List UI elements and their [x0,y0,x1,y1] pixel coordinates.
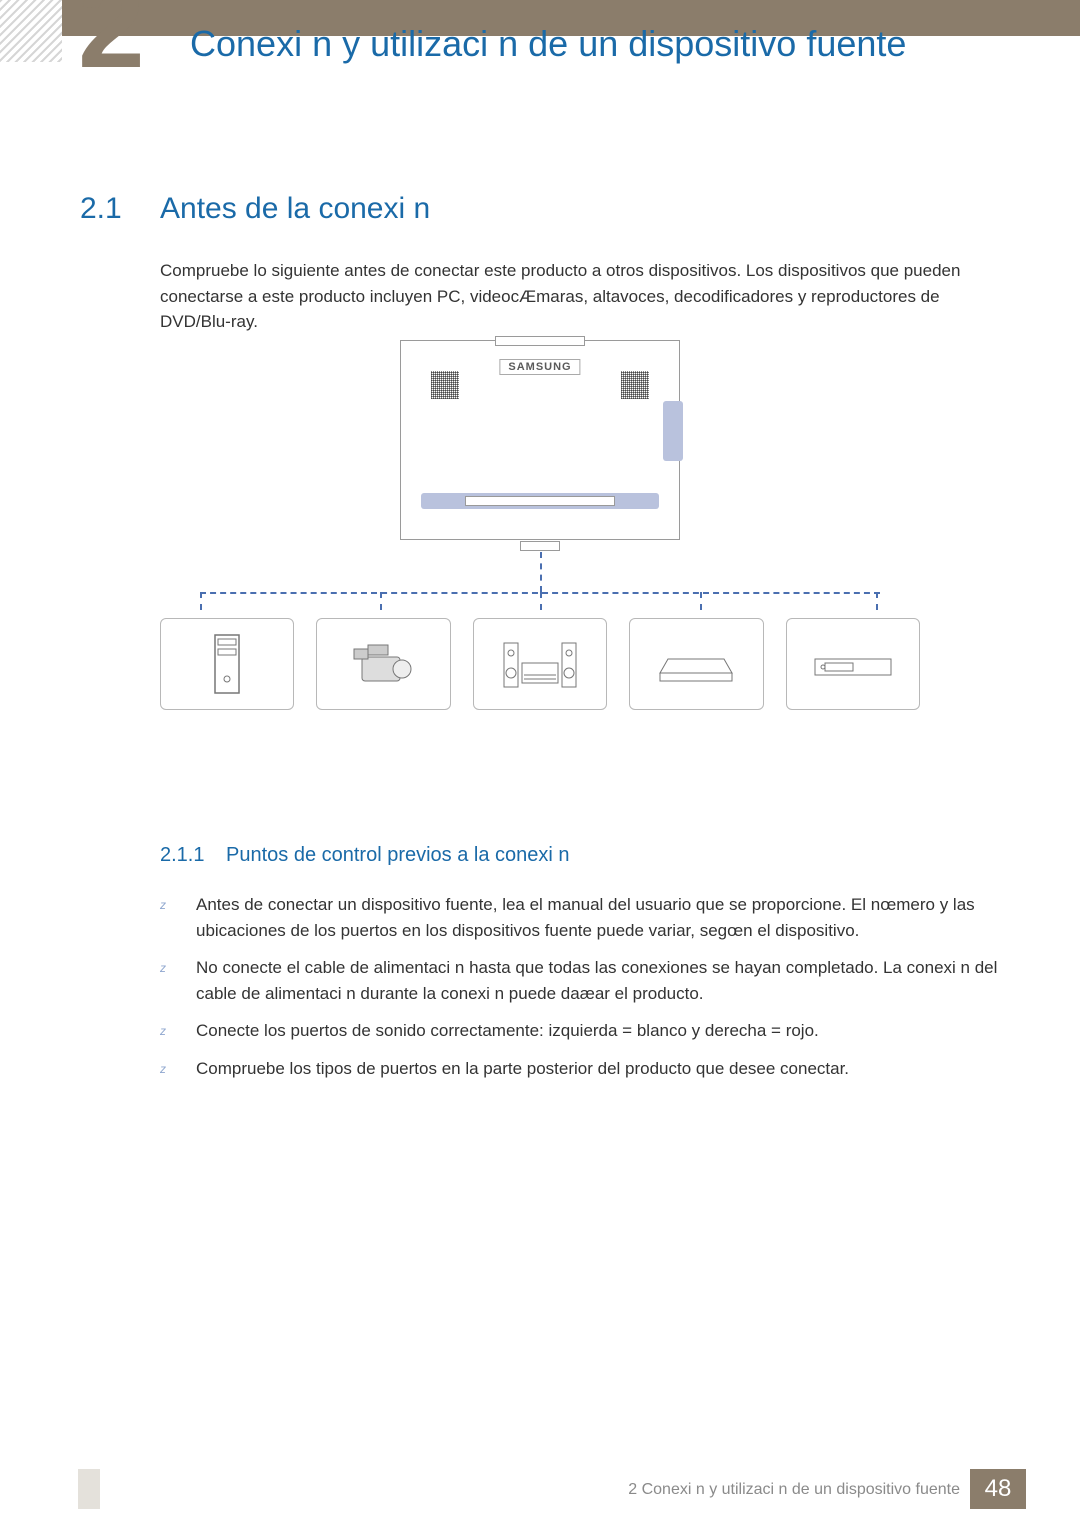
footer-left-accent [78,1469,100,1509]
page: 2 Conexi n y utilizaci n de un dispositi… [0,0,1080,1527]
device-pc-tower [160,618,294,710]
device-dvd-player [786,618,920,710]
checkpoint-list: Antes de conectar un dispositivo fuente,… [160,892,1000,1093]
chapter-title: Conexi n y utilizaci n de un dispositivo… [190,22,1020,65]
monitor-bottom-port-row [465,496,615,506]
subsection-number: 2.1.1 [160,844,204,867]
list-item: Compruebe los tipos de puertos en la par… [160,1056,1000,1082]
chapter-number-watermark: 2 [78,0,168,56]
list-item: Conecte los puertos de sonido correctame… [160,1018,1000,1044]
list-item: No conecte el cable de alimentaci n hast… [160,955,1000,1006]
diagram-connector-line [876,592,878,610]
connection-diagram: SAMSUNG [160,340,920,760]
list-item: Antes de conectar un dispositivo fuente,… [160,892,1000,943]
diagram-connector-line [540,552,542,592]
device-set-top-box [629,618,763,710]
device-camcorder [316,618,450,710]
section-number: 2.1 [80,192,122,226]
monitor-back-illustration: SAMSUNG [400,340,680,540]
monitor-top-handle [495,336,585,346]
device-speakers-amp [473,618,607,710]
footer-page-number: 48 [970,1469,1026,1509]
diagram-connector-line [200,592,202,610]
monitor-brand-label: SAMSUNG [499,359,580,375]
monitor-speaker-grille-left [431,371,459,399]
subsection-title: Puntos de control previos a la conexi n [226,844,570,867]
diagram-connector-line [540,592,542,610]
monitor-speaker-grille-right [621,371,649,399]
diagram-connector-line [700,592,702,610]
monitor-side-port-highlight [663,401,683,461]
footer-chapter-label: 2 Conexi n y utilizaci n de un dispositi… [628,1481,960,1499]
header-hatch-decoration [0,0,62,62]
monitor-stand [520,541,560,551]
section-intro-paragraph: Compruebe lo siguiente antes de conectar… [160,258,1000,335]
section-title: Antes de la conexi n [160,192,430,226]
device-row [160,618,920,728]
diagram-connector-line [380,592,382,610]
